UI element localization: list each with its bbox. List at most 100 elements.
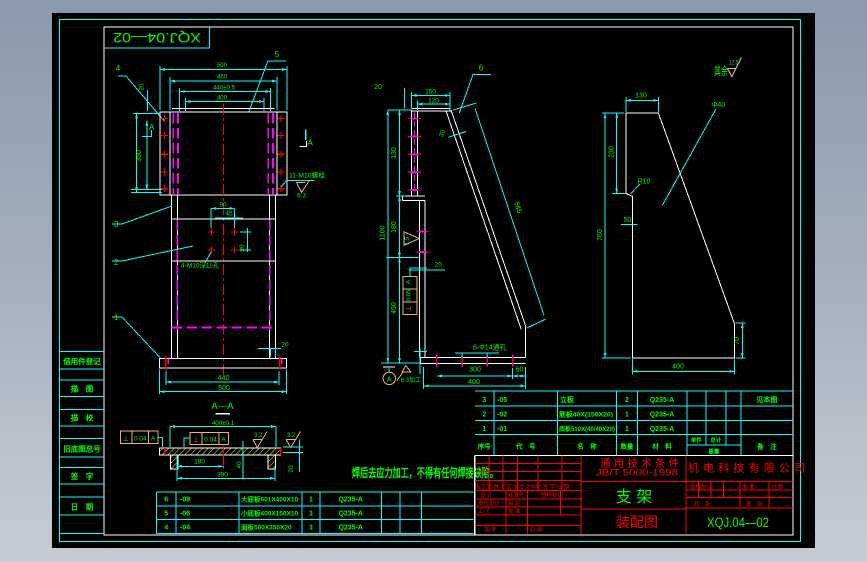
svg-text:签 字: 签 字 bbox=[484, 526, 497, 534]
svg-text:60: 60 bbox=[516, 367, 524, 374]
svg-text:Q235-A: Q235-A bbox=[338, 510, 363, 517]
svg-text:其余: 其余 bbox=[714, 64, 728, 78]
svg-text:11-M10螺栓: 11-M10螺栓 bbox=[289, 171, 325, 180]
svg-text:单件: 单件 bbox=[691, 436, 703, 444]
svg-text:-04: -04 bbox=[180, 524, 190, 531]
svg-text:-02: -02 bbox=[497, 412, 507, 419]
svg-text:1: 1 bbox=[482, 426, 486, 433]
svg-text:Q235-A: Q235-A bbox=[650, 412, 675, 419]
svg-text:标记 处数 分区 更改文件号 签 字 日 期: 标记 处数 分区 更改文件号 签 字 日 期 bbox=[476, 483, 570, 491]
svg-text:描 校: 描 校 bbox=[71, 413, 94, 423]
svg-text:1: 1 bbox=[309, 497, 313, 504]
svg-text:代 号: 代 号 bbox=[515, 442, 536, 451]
svg-text:序号: 序号 bbox=[477, 442, 492, 451]
svg-text:底板510X(40/40X20): 底板510X(40/40X20) bbox=[559, 425, 615, 433]
svg-text:Q235-A: Q235-A bbox=[650, 397, 675, 404]
svg-text:440: 440 bbox=[218, 375, 230, 382]
svg-text:6: 6 bbox=[164, 497, 168, 504]
svg-text:⊥: ⊥ bbox=[406, 305, 413, 311]
svg-text:400: 400 bbox=[468, 379, 480, 386]
svg-text:重 量: 重 量 bbox=[742, 483, 755, 491]
svg-text:90: 90 bbox=[219, 202, 227, 209]
svg-text:3.2: 3.2 bbox=[254, 433, 263, 439]
svg-text:A: A bbox=[308, 139, 314, 148]
svg-text:500: 500 bbox=[217, 62, 228, 69]
svg-text:R10: R10 bbox=[638, 179, 651, 186]
svg-text:0.04: 0.04 bbox=[134, 436, 147, 443]
svg-text:图样标记: 图样标记 bbox=[541, 491, 564, 499]
svg-text:小底板400X150X10: 小底板400X150X10 bbox=[240, 508, 298, 517]
svg-text:装配图: 装配图 bbox=[616, 514, 658, 530]
svg-text:0.04: 0.04 bbox=[204, 437, 217, 444]
svg-text:-05: -05 bbox=[497, 397, 507, 404]
svg-text:1: 1 bbox=[309, 524, 313, 531]
svg-text:2: 2 bbox=[482, 412, 486, 419]
svg-text:6: 6 bbox=[479, 64, 484, 73]
svg-text:5: 5 bbox=[164, 510, 168, 517]
svg-text:支 架: 支 架 bbox=[616, 488, 652, 506]
svg-text:日 期: 日 期 bbox=[530, 527, 543, 534]
svg-text:XQJ.04—02: XQJ.04—02 bbox=[113, 30, 201, 46]
svg-text:4: 4 bbox=[116, 64, 121, 73]
svg-text:Φ40: Φ40 bbox=[712, 102, 725, 109]
svg-text:旧底图总号: 旧底图总号 bbox=[63, 444, 101, 454]
svg-text:借用件登记: 借用件登记 bbox=[62, 356, 101, 366]
svg-text:3: 3 bbox=[114, 220, 119, 229]
svg-text:20: 20 bbox=[435, 262, 443, 269]
svg-text:-06: -06 bbox=[180, 510, 190, 517]
svg-text:500: 500 bbox=[218, 385, 230, 392]
svg-text:760: 760 bbox=[597, 229, 604, 241]
svg-text:2: 2 bbox=[625, 397, 629, 404]
svg-text:180: 180 bbox=[194, 459, 205, 466]
svg-text:4: 4 bbox=[164, 524, 168, 531]
svg-text:审 定: 审 定 bbox=[508, 499, 521, 507]
svg-text:20: 20 bbox=[281, 342, 289, 349]
svg-text:⊥: ⊥ bbox=[193, 437, 199, 444]
svg-text:材 料: 材 料 bbox=[651, 442, 672, 451]
svg-text:130: 130 bbox=[635, 93, 647, 100]
svg-text:重量: 重量 bbox=[708, 448, 720, 456]
svg-text:⊥: ⊥ bbox=[123, 436, 129, 443]
svg-text:XQJ.04—02: XQJ.04—02 bbox=[707, 515, 769, 530]
svg-text:5: 5 bbox=[275, 50, 280, 59]
svg-text:设 计: 设 计 bbox=[480, 491, 493, 499]
svg-text:390: 390 bbox=[217, 471, 228, 478]
svg-text:A: A bbox=[387, 375, 392, 384]
svg-text:8-Φ14通孔: 8-Φ14通孔 bbox=[473, 343, 507, 352]
svg-text:400±0.1: 400±0.1 bbox=[212, 420, 235, 427]
svg-text:1100: 1100 bbox=[380, 225, 387, 240]
svg-text:工 艺: 工 艺 bbox=[478, 508, 491, 515]
svg-text:130: 130 bbox=[391, 147, 398, 159]
svg-text:450: 450 bbox=[391, 302, 398, 314]
svg-text:图样标记: 图样标记 bbox=[690, 483, 713, 491]
svg-text:JB/T 5000-1998: JB/T 5000-1998 bbox=[596, 468, 678, 478]
svg-text:-08: -08 bbox=[180, 497, 190, 504]
svg-text:20: 20 bbox=[374, 84, 382, 91]
svg-text:460: 460 bbox=[217, 74, 228, 81]
svg-text:签 字: 签 字 bbox=[70, 471, 94, 481]
svg-text:40: 40 bbox=[236, 461, 243, 469]
svg-text:350: 350 bbox=[136, 150, 143, 162]
svg-text:0.05: 0.05 bbox=[407, 289, 413, 301]
svg-text:300: 300 bbox=[469, 367, 481, 374]
svg-text:1: 1 bbox=[309, 510, 313, 517]
svg-text:150: 150 bbox=[425, 89, 436, 96]
svg-text:70: 70 bbox=[734, 337, 741, 345]
svg-text:筋板40X(150X20): 筋板40X(150X20) bbox=[558, 410, 613, 419]
svg-text:描 图: 描 图 bbox=[71, 384, 94, 394]
svg-text:大底板601X400X10: 大底板601X400X10 bbox=[241, 495, 298, 504]
svg-text:A: A bbox=[221, 437, 226, 444]
svg-text:20: 20 bbox=[288, 465, 295, 473]
svg-text:20: 20 bbox=[140, 83, 146, 90]
svg-text:Q235-A: Q235-A bbox=[338, 524, 363, 531]
svg-text:4-M10深11孔: 4-M10深11孔 bbox=[181, 261, 220, 270]
svg-text:1: 1 bbox=[625, 412, 629, 419]
svg-text:见本图: 见本图 bbox=[756, 395, 777, 404]
svg-text:3: 3 bbox=[482, 397, 486, 404]
svg-text:120: 120 bbox=[428, 98, 439, 105]
svg-text:比例: 比例 bbox=[772, 483, 784, 491]
svg-text:50: 50 bbox=[624, 217, 632, 224]
svg-text:45: 45 bbox=[225, 211, 233, 218]
svg-text:6.3: 6.3 bbox=[297, 193, 306, 200]
svg-text:第 张: 第 张 bbox=[746, 500, 763, 508]
